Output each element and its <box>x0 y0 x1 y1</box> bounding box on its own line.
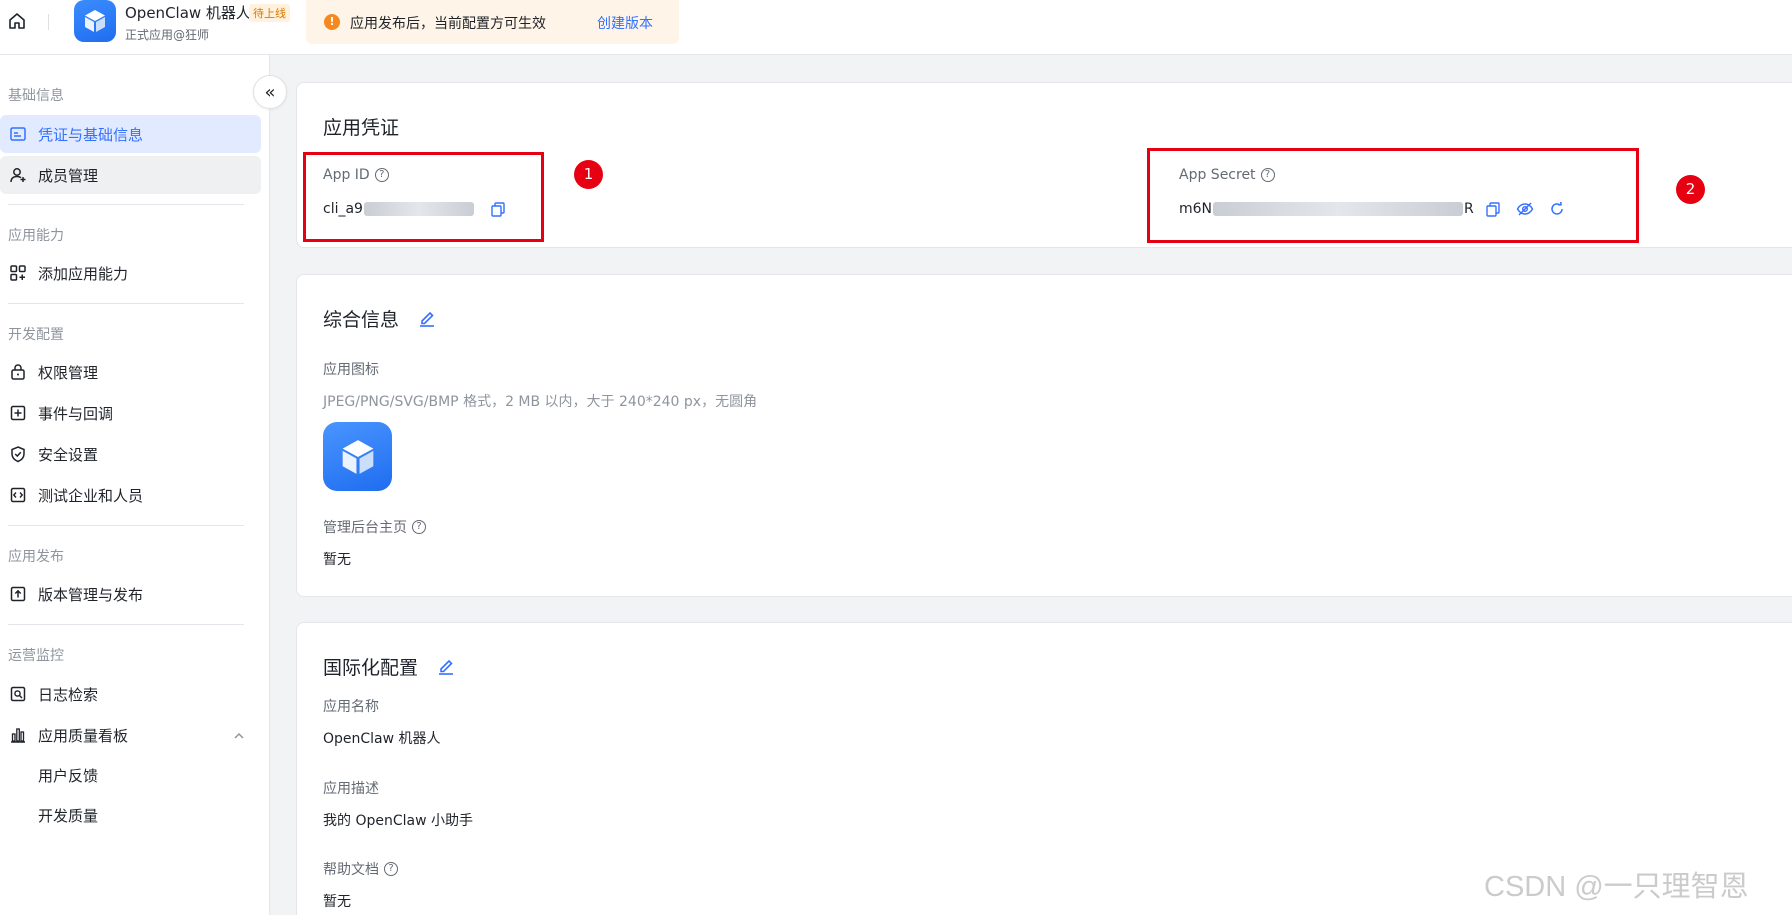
icon-label: 应用图标 <box>323 362 379 378</box>
sidebar-item-feedback[interactable]: 用户反馈 <box>0 756 261 794</box>
collapse-sidebar-button[interactable]: « <box>253 75 287 109</box>
card-title: 应用凭证 <box>323 117 400 139</box>
app-name: OpenClaw 机器人 <box>125 4 251 22</box>
sidebar-item-label: 用户反馈 <box>38 766 99 785</box>
app-desc-label: 应用描述 <box>323 781 379 797</box>
sidebar-item-events[interactable]: 事件与回调 <box>0 394 261 432</box>
user-add-icon <box>8 165 28 185</box>
admin-home-value: 暂无 <box>323 552 351 568</box>
sidebar-item-label: 事件与回调 <box>38 404 114 423</box>
app-subtitle: 正式应用@狂师 <box>125 28 210 42</box>
sidebar-item-versions[interactable]: 版本管理与发布 <box>0 575 261 613</box>
id-card-icon <box>8 124 28 144</box>
sidebar-item-logs[interactable]: 日志检索 <box>0 675 261 713</box>
publish-notice: ! 应用发布后，当前配置方可生效 创建版本 <box>306 0 679 44</box>
divider <box>8 624 244 625</box>
bar-chart-icon <box>8 725 28 745</box>
sidebar-item-label: 应用质量看板 <box>38 726 129 745</box>
sidebar-item-credentials[interactable]: 凭证与基础信息 <box>0 115 261 153</box>
sidebar-item-label: 安全设置 <box>38 445 99 464</box>
sidebar-item-label: 添加应用能力 <box>38 264 129 283</box>
sidebar-item-add-capability[interactable]: 添加应用能力 <box>0 254 261 292</box>
sidebar-item-label: 版本管理与发布 <box>38 585 144 604</box>
top-bar: OpenClaw 机器人 待上线 正式应用@狂师 ! 应用发布后，当前配置方可生… <box>0 0 1792 55</box>
create-version-link[interactable]: 创建版本 <box>597 13 653 33</box>
sidebar-item-label: 测试企业和人员 <box>38 486 144 505</box>
log-search-icon <box>8 684 28 704</box>
admin-home-label-text: 管理后台主页 <box>323 520 407 536</box>
sidebar-item-label: 开发质量 <box>38 806 99 825</box>
edit-icon[interactable] <box>417 308 437 333</box>
sidebar-item-test-org[interactable]: 测试企业和人员 <box>0 476 261 514</box>
help-doc-label: 帮助文档 ? <box>323 859 398 879</box>
divider <box>8 303 244 304</box>
app-logo-icon <box>74 0 116 42</box>
annotation-marker-2: 2 <box>1676 175 1705 204</box>
chevron-up-icon[interactable] <box>233 728 245 746</box>
icon-hint: JPEG/PNG/SVG/BMP 格式，2 MB 以内，大于 240*240 p… <box>323 394 758 410</box>
app-icon-upload[interactable] <box>323 422 392 491</box>
sidebar-item-label: 权限管理 <box>38 363 99 382</box>
divider <box>8 204 244 205</box>
home-icon[interactable] <box>6 10 28 32</box>
section-dev-config: 开发配置 <box>8 327 64 343</box>
card-title: 综合信息 <box>323 309 400 331</box>
app-name-label: 应用名称 <box>323 699 379 715</box>
annotation-box-app-id <box>303 152 544 242</box>
grid-add-icon <box>8 263 28 283</box>
sidebar-item-label: 日志检索 <box>38 685 99 704</box>
card-title-row: 综合信息 <box>323 305 437 333</box>
help-doc-label-text: 帮助文档 <box>323 862 379 878</box>
edit-icon[interactable] <box>436 656 456 681</box>
section-basic-info: 基础信息 <box>8 88 64 104</box>
annotation-marker-1: 1 <box>574 160 603 189</box>
app-name-value: OpenClaw 机器人 <box>323 731 441 747</box>
sidebar-item-members[interactable]: 成员管理 <box>0 156 261 194</box>
sidebar-item-quality[interactable]: 应用质量看板 <box>0 716 261 754</box>
section-release: 应用发布 <box>8 549 64 565</box>
double-chevron-left-icon: « <box>264 81 276 103</box>
card-title-row: 国际化配置 <box>323 653 456 681</box>
divider <box>48 14 49 30</box>
warning-icon: ! <box>324 14 340 30</box>
general-info-card: 综合信息 应用图标 JPEG/PNG/SVG/BMP 格式，2 MB 以内，大于… <box>296 274 1792 597</box>
help-doc-value: 暂无 <box>323 894 351 910</box>
sidebar-item-security[interactable]: 安全设置 <box>0 435 261 473</box>
sidebar-item-dev-quality[interactable]: 开发质量 <box>0 796 261 834</box>
section-capability: 应用能力 <box>8 228 64 244</box>
help-icon[interactable]: ? <box>384 862 398 876</box>
upload-icon <box>8 584 28 604</box>
lock-icon <box>8 362 28 382</box>
section-ops: 运营监控 <box>8 648 64 664</box>
status-badge: 待上线 <box>249 4 290 22</box>
help-icon[interactable]: ? <box>412 520 426 534</box>
sidebar-item-label: 成员管理 <box>38 166 99 185</box>
app-desc-value: 我的 OpenClaw 小助手 <box>323 813 473 829</box>
watermark: CSDN @一只理智恩 <box>1484 871 1749 903</box>
sidebar-item-label: 凭证与基础信息 <box>38 125 144 144</box>
divider <box>8 525 244 526</box>
admin-home-label: 管理后台主页 ? <box>323 517 426 537</box>
shield-icon <box>8 444 28 464</box>
event-icon <box>8 403 28 423</box>
code-icon <box>8 485 28 505</box>
card-title: 国际化配置 <box>323 657 419 679</box>
annotation-box-app-secret <box>1147 148 1639 243</box>
notice-text: 应用发布后，当前配置方可生效 <box>350 16 546 32</box>
sidebar: 基础信息 凭证与基础信息 成员管理 应用能力 添加应用能力 开发配置 权限管理 … <box>0 55 270 915</box>
sidebar-item-permissions[interactable]: 权限管理 <box>0 353 261 391</box>
